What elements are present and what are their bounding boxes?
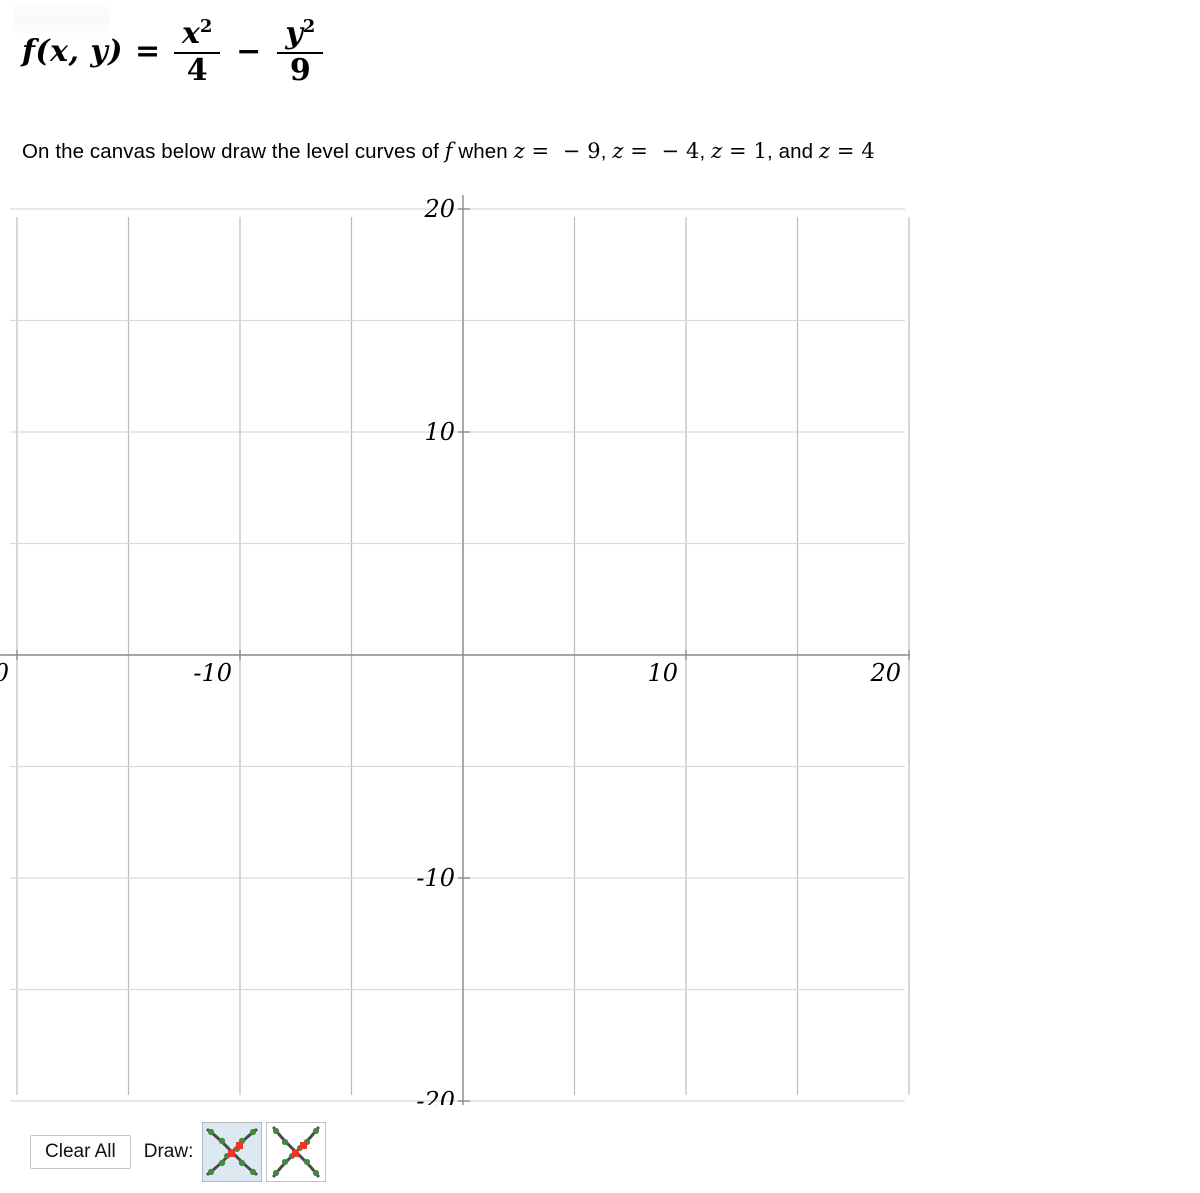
instruction-text: On the canvas below draw the level curve… bbox=[22, 138, 875, 166]
z-val-2: − 4 bbox=[661, 139, 700, 163]
function-definition: f(x, y) = x2 4 − y2 9 bbox=[22, 18, 325, 87]
fraction-x-squared-over-4: x2 4 bbox=[174, 16, 221, 88]
denominator-9: 9 bbox=[289, 53, 311, 88]
clear-all-button[interactable]: Clear All bbox=[30, 1134, 131, 1170]
drawing-toolbar: Clear All Draw: bbox=[30, 1122, 327, 1182]
equals-sign: = bbox=[135, 34, 161, 70]
prompt-part-2: when bbox=[452, 140, 514, 163]
prompt-sep-2: , bbox=[699, 140, 712, 163]
y-tick-label: 10 bbox=[424, 418, 455, 446]
prompt-sep-1: , bbox=[600, 140, 613, 163]
hyperbola-vertical-icon bbox=[206, 1128, 258, 1176]
tool-hyperbola-horizontal[interactable] bbox=[266, 1122, 327, 1182]
y-tick-label: -20 bbox=[416, 1087, 455, 1105]
minus-sign: − bbox=[236, 34, 262, 70]
draw-label: Draw: bbox=[143, 1141, 194, 1162]
x-tick-label: 10 bbox=[647, 659, 678, 687]
z-var-4: z bbox=[818, 139, 831, 163]
z-val-4: 4 bbox=[861, 139, 875, 163]
prompt-part-1: On the canvas below draw the level curve… bbox=[22, 140, 445, 163]
z-eq-3: = bbox=[729, 139, 747, 163]
x-tick-label: -10 bbox=[193, 659, 232, 687]
function-name-and-args: f(x, y) bbox=[22, 34, 124, 70]
z-var-2: z bbox=[612, 139, 624, 163]
z-eq-4: = bbox=[836, 139, 855, 163]
prompt-function-symbol: f bbox=[444, 139, 453, 163]
x-tick-label: -20 bbox=[0, 659, 9, 687]
y-tick-label: 20 bbox=[423, 195, 455, 223]
numerator-y-squared: y2 bbox=[285, 16, 316, 51]
z-var-1: z bbox=[513, 139, 525, 163]
fraction-y-squared-over-9: y2 9 bbox=[277, 16, 324, 88]
graph-canvas[interactable]: -20 -10 10 20 20 10 -10 -20 bbox=[0, 195, 910, 1105]
z-eq-1: = bbox=[531, 139, 550, 163]
z-val-1: − 9 bbox=[562, 139, 601, 163]
prompt-sep-3: , and bbox=[766, 140, 819, 163]
x-tick-label: 20 bbox=[869, 659, 901, 687]
z-var-3: z bbox=[711, 139, 723, 163]
coordinate-grid[interactable]: -20 -10 10 20 20 10 -10 -20 bbox=[0, 195, 910, 1105]
z-eq-2: = bbox=[630, 139, 648, 163]
axis-tick-labels: -20 -10 10 20 20 10 -10 -20 bbox=[0, 195, 901, 1105]
denominator-4: 4 bbox=[186, 53, 208, 88]
y-tick-label: -10 bbox=[416, 864, 455, 892]
z-val-3: 1 bbox=[753, 139, 767, 163]
numerator-x-squared: x2 bbox=[181, 16, 213, 51]
tool-hyperbola-vertical[interactable] bbox=[202, 1122, 263, 1182]
hyperbola-horizontal-icon bbox=[272, 1126, 320, 1178]
